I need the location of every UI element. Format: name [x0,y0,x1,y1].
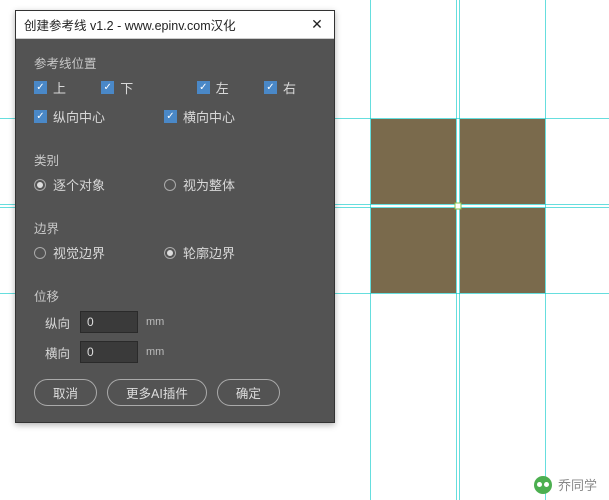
section-label: 类别 [34,150,316,169]
radio-label: 逐个对象 [53,175,105,194]
more-plugins-button[interactable]: 更多AI插件 [107,379,207,406]
radio-icon [34,179,46,191]
radio-whole[interactable]: 视为整体 [164,175,235,194]
dialog-title: 创建参考线 v1.2 - www.epinv.com汉化 [24,15,236,34]
offset-input-v[interactable] [80,311,138,333]
radio-label: 视为整体 [183,175,235,194]
dialog-create-guides: 创建参考线 v1.2 - www.epinv.com汉化 ✕ 参考线位置 ✓ 上… [15,10,335,423]
check-right[interactable]: ✓ 右 [264,78,296,97]
radio-label: 轮廓边界 [183,243,235,262]
radio-icon [34,247,46,259]
offset-label-v: 纵向 [34,313,80,332]
canvas-object[interactable] [460,119,545,204]
check-left[interactable]: ✓ 左 [197,78,244,97]
check-label: 左 [216,78,229,97]
check-label: 右 [283,78,296,97]
section-bound: 边界 视觉边界 轮廓边界 [34,218,316,262]
cancel-button[interactable]: 取消 [34,379,97,406]
canvas-object[interactable] [460,208,545,293]
checkbox-icon: ✓ [264,81,277,94]
section-position: 参考线位置 ✓ 上 ✓ 下 ✓ 左 ✓ 右 [34,53,316,126]
section-offset: 位移 纵向 mm 横向 mm [34,286,316,363]
checkbox-icon: ✓ [197,81,210,94]
check-label: 纵向中心 [53,107,105,126]
radio-visual[interactable]: 视觉边界 [34,243,164,262]
checkbox-icon: ✓ [164,110,177,123]
selection-handle[interactable] [455,203,462,210]
guide-line [456,0,457,500]
offset-label-h: 横向 [34,343,80,362]
check-vcenter[interactable]: ✓ 纵向中心 [34,107,164,126]
wechat-icon [534,476,552,494]
radio-outline[interactable]: 轮廓边界 [164,243,235,262]
check-label: 下 [120,78,133,97]
ok-button[interactable]: 确定 [217,379,280,406]
canvas-object[interactable] [371,208,456,293]
guide-line [545,0,546,500]
unit-label: mm [146,346,164,358]
watermark-label: 乔同学 [558,475,597,494]
section-label: 边界 [34,218,316,237]
radio-each[interactable]: 逐个对象 [34,175,164,194]
radio-icon [164,247,176,259]
close-icon[interactable]: ✕ [306,14,328,36]
check-bottom[interactable]: ✓ 下 [101,78,177,97]
checkbox-icon: ✓ [101,81,114,94]
radio-label: 视觉边界 [53,243,105,262]
offset-input-h[interactable] [80,341,138,363]
watermark: 乔同学 [534,475,597,494]
radio-icon [164,179,176,191]
section-label: 位移 [34,286,316,305]
button-row: 取消 更多AI插件 确定 [34,379,316,406]
check-label: 上 [53,78,66,97]
section-category: 类别 逐个对象 视为整体 [34,150,316,194]
section-label: 参考线位置 [34,53,316,72]
check-hcenter[interactable]: ✓ 横向中心 [164,107,235,126]
checkbox-icon: ✓ [34,81,47,94]
unit-label: mm [146,316,164,328]
titlebar[interactable]: 创建参考线 v1.2 - www.epinv.com汉化 ✕ [16,11,334,39]
check-label: 横向中心 [183,107,235,126]
canvas-object[interactable] [371,119,456,204]
checkbox-icon: ✓ [34,110,47,123]
check-top[interactable]: ✓ 上 [34,78,81,97]
